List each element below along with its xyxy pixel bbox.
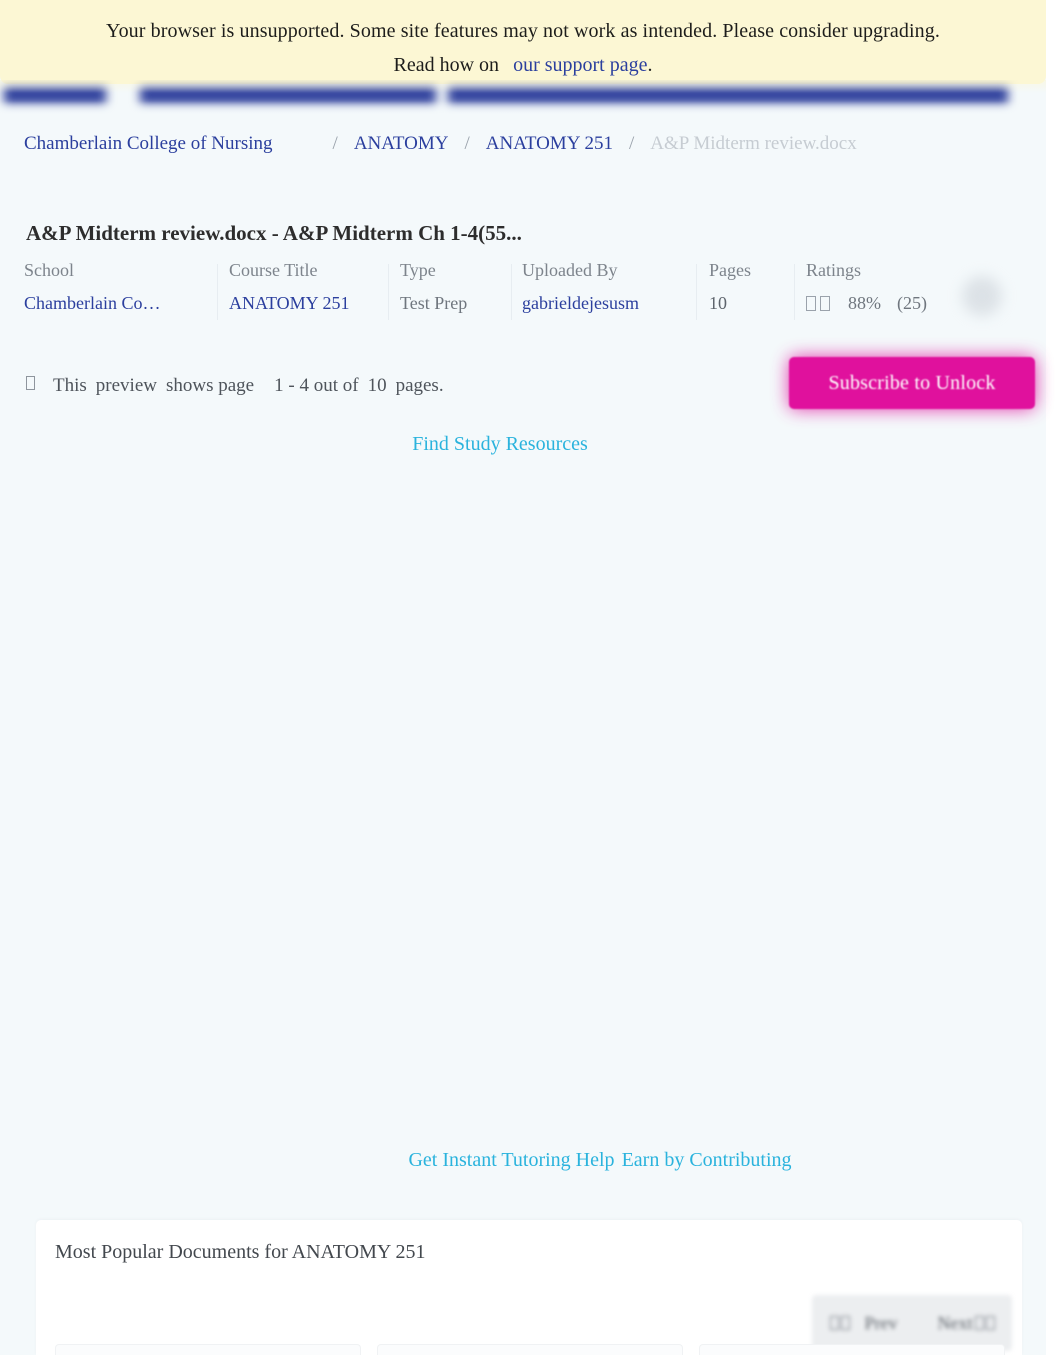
meta-divider-1 [217,264,218,320]
breadcrumb-school-link[interactable]: Chamberlain College of Nursing [24,133,273,154]
breadcrumb-course-link[interactable]: ANATOMY 251 [486,133,613,154]
earn-by-contributing-link[interactable]: Earn by Contributing [622,1149,792,1171]
preview-notice: This preview shows page 1 - 4 out of 10 pages… [26,372,444,400]
meta-type-value: Test Prep [400,293,468,313]
meta-uploaded-by: Uploaded By gabrieldejesusm [522,258,702,326]
find-study-resources-link[interactable]: Find Study Resources [412,433,588,455]
meta-course-title: Course Title ANATOMY 251 [229,258,394,326]
breadcrumb: Chamberlain College of Nursing / ANATOMY / A… [24,131,1024,157]
thumbs-down-icon[interactable] [820,295,830,311]
preview-total-pages: 10 [367,375,387,396]
meta-pages-label: Pages [709,260,751,280]
meta-type: Type Test Prep [400,258,515,326]
meta-pages: Pages 10 [709,258,781,326]
meta-uploader-label: Uploaded By [522,260,618,280]
banner-message: Your browser is unsupported. Some site f… [106,20,940,42]
tutoring-links-row: Get Instant Tutoring Help Earn by Contrib… [0,1146,1062,1174]
document-tile[interactable] [55,1344,361,1355]
banner-read-how-label: Read how on [393,54,500,76]
most-popular-documents-title: Most Popular Documents for ANATOMY 251 [55,1241,426,1263]
document-metadata-strip: School Chamberlain Co… Course Title ANAT… [24,258,1024,326]
page-content-column: warning-icon Your browser is unsupported… [0,0,1046,1355]
find-study-resources-row: Find Study Resources [0,430,1000,458]
unsupported-browser-banner: warning-icon Your browser is unsupported… [0,0,1046,84]
document-tile[interactable] [699,1344,1005,1355]
meta-course-label: Course Title [229,260,318,280]
rating-count: (25) [897,293,927,313]
banner-read-how-row: Read how on our support page. [0,52,1046,78]
meta-type-label: Type [400,260,436,280]
warning-icon: warning-icon [0,2,1046,18]
thumbs-up-icon[interactable] [806,295,816,311]
get-instant-tutoring-help-link[interactable]: Get Instant Tutoring Help [408,1149,614,1171]
breadcrumb-current-document: A&P Midterm review.docx [650,133,857,154]
site-navigation-bar[interactable] [0,80,1046,114]
breadcrumb-separator-1: / [332,133,338,154]
preview-word-shows-page: shows page [165,375,255,396]
meta-pages-value: 10 [709,293,727,313]
subscribe-button-wrapper: Subscribe to Unlock [783,351,1041,415]
rating-row: 88% (25) [806,291,976,315]
page-title: A&P Midterm review.docx - A&P Midterm Ch… [26,221,522,246]
meta-course-value[interactable]: ANATOMY 251 [229,291,394,315]
most-popular-documents-card: Most Popular Documents for ANATOMY 251 P… [36,1220,1022,1355]
meta-ratings: Ratings 88% (25) [806,258,976,326]
breadcrumb-separator-3: / [628,133,635,154]
preview-word-this: This [53,375,87,396]
meta-ratings-label: Ratings [806,260,862,280]
preview-word-pages: pages. [395,375,444,396]
preview-page-range: 1 - 4 out of [274,375,359,396]
preview-word-preview: preview [95,375,157,396]
subscribe-to-unlock-button[interactable]: Subscribe to Unlock [789,357,1035,409]
meta-uploader-value[interactable]: gabrieldejesusm [522,291,702,315]
document-tiles-row [55,1344,1005,1355]
chevron-left-icon[interactable] [829,1316,839,1330]
chevron-left-icon-2[interactable] [840,1316,850,1330]
chevron-right-icon-2[interactable] [985,1316,995,1330]
prev-button[interactable]: Prev [865,1313,898,1334]
meta-school-label: School [24,260,75,280]
chevron-right-icon[interactable] [974,1316,984,1330]
share-icon[interactable] [962,276,1002,316]
meta-school: School Chamberlain Co… [24,258,204,326]
next-button[interactable]: Next [938,1313,973,1334]
rating-percent: 88% [848,293,881,313]
documents-pagination[interactable]: Prev Next [812,1295,1012,1351]
info-icon [26,376,35,390]
meta-divider-5 [794,264,795,320]
page-root: warning-icon Your browser is unsupported… [0,0,1062,1355]
nav-fade-overlay [0,80,1046,114]
breadcrumb-department-link[interactable]: ANATOMY [354,133,449,154]
breadcrumb-separator-2: / [464,133,470,154]
document-tile[interactable] [377,1344,683,1355]
banner-period: . [647,54,653,76]
meta-school-value[interactable]: Chamberlain Co… [24,291,204,315]
support-page-link[interactable]: our support page [513,54,647,76]
